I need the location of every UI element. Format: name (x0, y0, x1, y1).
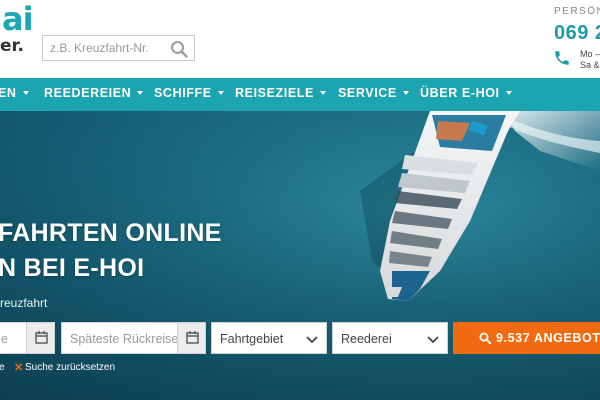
nav-item-label: REEDEREIEN (44, 86, 132, 100)
nav-item-label: REISEZIELE (235, 86, 314, 100)
phone-icon (553, 49, 571, 67)
chevron-down-icon (319, 90, 326, 95)
close-icon[interactable]: ✕ (14, 361, 23, 374)
chevron-down-icon (505, 90, 512, 95)
hero-title-line1: FAHRTEN ONLINE (0, 219, 222, 247)
show-offers-button[interactable]: 9.537 ANGEBOTE (453, 322, 600, 354)
advanced-search-link[interactable]: e (0, 362, 5, 373)
cruise-line-select[interactable]: Reederei (332, 322, 448, 354)
reset-search-link[interactable]: Suche zurücksetzen (25, 362, 115, 373)
cruise-line-select-value: Reederei (341, 332, 392, 346)
nav-item-schiffe[interactable]: SCHIFFE (154, 78, 224, 111)
contact-label: PERSÖN (554, 6, 600, 17)
nav-item-first[interactable]: EN (0, 78, 29, 111)
logo[interactable]: ai er. (0, 0, 40, 60)
contact-phone[interactable]: 069 2 (554, 22, 600, 45)
chevron-down-icon (427, 332, 439, 344)
chevron-down-icon (306, 332, 318, 344)
show-offers-label: 9.537 ANGEBOTE (496, 331, 600, 345)
chevron-down-icon (137, 90, 144, 95)
nav-item-reiseziele[interactable]: REISEZIELE (235, 78, 326, 111)
chevron-down-icon (22, 90, 29, 95)
contact-hours-weekend: Sa & (580, 60, 600, 70)
search-icon (479, 332, 491, 344)
chevron-down-icon (217, 90, 224, 95)
hero-subtitle: reuzfahrt (0, 296, 48, 310)
logo-main-text: ai (2, 0, 34, 38)
site-header: ai er. PERSÖN 069 2 Mo – Sa & (0, 0, 600, 78)
logo-sub-text: er. (0, 36, 24, 56)
region-select[interactable]: Fahrtgebiet (211, 322, 327, 354)
date-from-placeholder: e (1, 332, 8, 346)
hero-banner: FAHRTEN ONLINE N BEI E-HOI reuzfahrt e S… (0, 111, 600, 400)
date-from-field[interactable]: e (0, 322, 55, 354)
nav-item-service[interactable]: SERVICE (338, 78, 409, 111)
region-select-value: Fahrtgebiet (220, 332, 284, 346)
main-nav: EN REEDEREIEN SCHIFFE REISEZIELE SERVICE… (0, 78, 600, 111)
nav-item-label: SERVICE (338, 86, 397, 100)
contact-hours-weekday: Mo – (580, 49, 600, 59)
nav-item-label: EN (0, 86, 17, 100)
nav-item-label: SCHIFFE (154, 86, 212, 100)
hero-title-line2: N BEI E-HOI (0, 254, 145, 282)
search-input[interactable] (43, 36, 163, 60)
calendar-icon[interactable] (26, 323, 54, 353)
nav-item-label: ÜBER E-HOI (420, 86, 500, 100)
nav-item-reedereien[interactable]: REEDEREIEN (44, 78, 144, 111)
cruise-number-search (42, 35, 195, 61)
date-to-placeholder: Späteste Rückreise (70, 332, 179, 346)
nav-item-ueber-e-hoi[interactable]: ÜBER E-HOI (420, 78, 512, 111)
chevron-down-icon (402, 90, 409, 95)
contact-block: PERSÖN 069 2 Mo – Sa & (553, 6, 600, 70)
calendar-icon[interactable] (177, 323, 205, 353)
date-to-field[interactable]: Späteste Rückreise (61, 322, 206, 354)
search-icon[interactable] (170, 40, 188, 58)
